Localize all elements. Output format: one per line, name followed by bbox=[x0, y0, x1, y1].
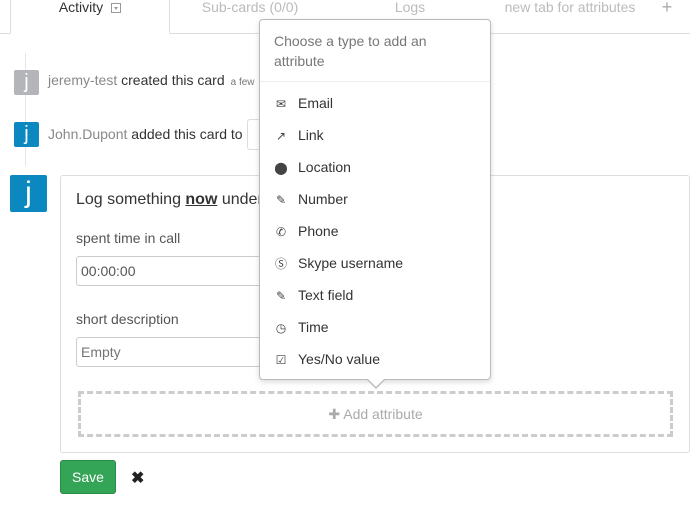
attribute-type-time[interactable]: ◷ Time bbox=[274, 317, 329, 337]
plus-icon: ✚ bbox=[328, 406, 341, 422]
timestamp: a few bbox=[230, 77, 255, 88]
caret-down-square-icon[interactable] bbox=[111, 3, 122, 13]
log-form-title: Log something now under bbox=[76, 191, 263, 208]
check-square-icon: ☑ bbox=[275, 353, 287, 367]
field-label: spent time in call bbox=[76, 230, 181, 246]
attribute-type-location[interactable]: ⬤ Location bbox=[274, 157, 351, 177]
attribute-type-yes-no-value[interactable]: ☑ Yes/No value bbox=[274, 349, 380, 369]
field-label: short description bbox=[76, 311, 179, 327]
clock-icon: ◷ bbox=[275, 321, 287, 335]
plus-icon[interactable]: + bbox=[655, 0, 679, 34]
skype-icon: Ⓢ bbox=[274, 257, 287, 271]
attribute-type-link[interactable]: ↗ Link bbox=[274, 125, 324, 145]
tab-new-tab-for-attributes[interactable]: new tab for attributes bbox=[490, 0, 650, 34]
map-marker-icon: ⬤ bbox=[274, 161, 288, 175]
save-button[interactable]: Save bbox=[60, 460, 116, 494]
user-link[interactable]: John.Dupont bbox=[48, 126, 127, 142]
attribute-type-phone[interactable]: ✆ Phone bbox=[274, 221, 339, 241]
envelope-icon: ✉ bbox=[275, 97, 287, 111]
close-icon[interactable]: ✖ bbox=[131, 468, 144, 488]
phone-icon: ✆ bbox=[275, 225, 287, 239]
add-attribute-button[interactable]: ✚ Add attribute bbox=[78, 391, 673, 437]
user-link[interactable]: jeremy-test bbox=[48, 72, 117, 88]
attribute-type-text-field[interactable]: ✎ Text field bbox=[274, 285, 353, 305]
avatar: j bbox=[14, 122, 39, 147]
attribute-type-popover: Choose a type to add an attribute ✉ Email… bbox=[259, 19, 491, 380]
attribute-type-number[interactable]: ✎ Number bbox=[274, 189, 348, 209]
external-link-icon: ↗ bbox=[275, 129, 287, 143]
popover-title: Choose a type to add an attribute bbox=[260, 20, 490, 82]
avatar: j bbox=[14, 70, 39, 95]
attribute-type-skype-username[interactable]: Ⓢ Skype username bbox=[274, 253, 403, 273]
edit-icon: ✎ bbox=[275, 289, 287, 303]
activity-event: jeremy-test created this card a few bbox=[48, 72, 255, 88]
avatar: j bbox=[10, 175, 47, 212]
popover-arrow bbox=[366, 378, 386, 389]
activity-event: John.Dupont added this card to bbox=[48, 126, 243, 142]
attribute-type-email[interactable]: ✉ Email bbox=[274, 93, 333, 113]
tab-activity[interactable]: Activity bbox=[10, 0, 170, 34]
edit-icon: ✎ bbox=[275, 193, 287, 207]
